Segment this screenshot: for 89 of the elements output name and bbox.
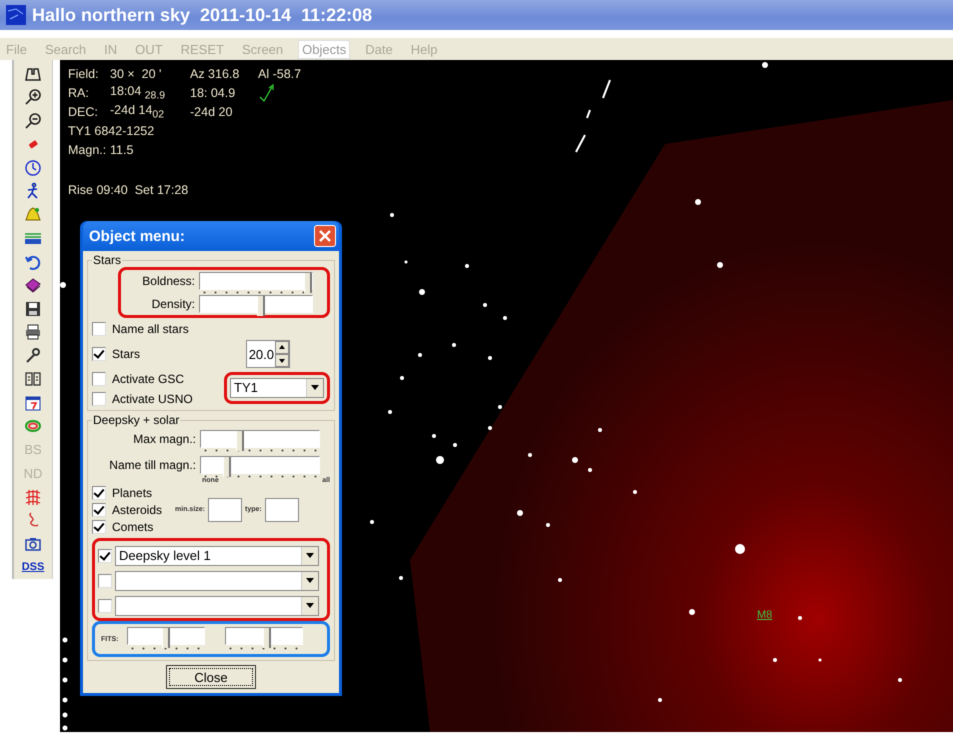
checkbox[interactable] xyxy=(92,372,106,386)
checkbox-label: Comets xyxy=(112,520,154,534)
info-text: 30 × 20 ' xyxy=(110,66,162,80)
checkbox[interactable] xyxy=(98,598,112,612)
menu-item[interactable]: Date xyxy=(362,40,396,58)
close-icon xyxy=(319,230,331,242)
spinner-arrows-icon[interactable] xyxy=(275,341,289,367)
deepsky-dropdown[interactable]: Deepsky level 1 xyxy=(115,546,319,566)
info-text: Field: xyxy=(68,66,100,80)
checkbox-label: Stars xyxy=(112,347,140,361)
deepsky-dropdown[interactable] xyxy=(115,596,319,616)
dropdown-arrow-icon xyxy=(311,385,319,390)
slider-label: Max magn.: xyxy=(132,432,196,446)
checkbox-label: Activate USNO xyxy=(112,392,193,406)
print-icon[interactable] xyxy=(24,323,42,342)
info-text: DEC: xyxy=(68,104,99,118)
slider-label: Boldness: xyxy=(141,274,195,288)
menu-item[interactable]: Search xyxy=(42,40,90,58)
slider-label: Name till magn.: xyxy=(108,458,196,472)
checkbox[interactable] xyxy=(92,520,106,534)
checkbox[interactable] xyxy=(98,548,112,562)
slider-thumb[interactable] xyxy=(257,296,266,316)
slider-thumb[interactable] xyxy=(304,273,312,293)
close-button[interactable] xyxy=(314,225,336,247)
info-text: RA: xyxy=(68,86,90,100)
slider-thumb[interactable] xyxy=(236,431,244,451)
checkbox[interactable] xyxy=(92,486,106,500)
number-spinner[interactable]: 20.0 xyxy=(246,340,290,368)
info-text: -24d 14$_{02}$ xyxy=(110,102,165,120)
checkbox-label: Asteroids xyxy=(112,502,162,516)
checkbox-label: Name all stars xyxy=(112,322,189,336)
menu-item[interactable]: IN xyxy=(101,40,120,58)
zoom-out-icon[interactable] xyxy=(24,112,42,130)
spinner-value: 20.0 xyxy=(248,346,275,362)
slider[interactable] xyxy=(199,295,313,313)
object-label[interactable]: M8 xyxy=(757,609,772,621)
slider-thumb[interactable] xyxy=(262,628,271,648)
checkbox[interactable] xyxy=(92,502,106,516)
checkbox-label: Planets xyxy=(112,486,152,500)
checkbox-label: Activate GSC xyxy=(112,372,184,386)
slider-thumb[interactable] xyxy=(162,628,170,648)
slider-label: Density: xyxy=(150,297,195,311)
checkbox[interactable] xyxy=(92,392,106,406)
info-text: TY1 6842-1252 xyxy=(68,124,154,138)
info-text: 18:04 $_{28.9}$ xyxy=(110,84,166,102)
menu-item[interactable]: Help xyxy=(408,40,440,58)
save-icon[interactable] xyxy=(24,300,42,318)
slider[interactable] xyxy=(224,627,302,645)
slider[interactable] xyxy=(199,272,313,290)
book-icon[interactable] xyxy=(24,276,42,294)
menu-item[interactable]: Screen xyxy=(238,40,286,58)
window-title: Hallo northern sky 2011-10-14 11:22:08 xyxy=(32,4,372,26)
menu-item[interactable]: File xyxy=(3,40,30,58)
calendar-icon[interactable] xyxy=(24,394,42,412)
info-text: Magn.: xyxy=(68,142,108,156)
dropdown-arrow-icon xyxy=(306,603,314,608)
slider[interactable] xyxy=(126,627,204,645)
checkbox[interactable] xyxy=(92,322,106,336)
info-text: Al -58.7 xyxy=(258,66,302,80)
app-icon xyxy=(6,5,26,25)
dropdown-arrow-icon xyxy=(306,578,314,583)
checkbox[interactable] xyxy=(92,347,106,361)
zoom-in-icon[interactable] xyxy=(24,88,42,106)
info-text: -24d 20 xyxy=(190,104,234,118)
grid-icon[interactable] xyxy=(24,488,42,506)
slider-thumb[interactable] xyxy=(223,457,231,477)
toolbar-link[interactable]: DSS xyxy=(22,561,44,574)
slider[interactable] xyxy=(200,456,320,474)
group-title: Deepsky + solar xyxy=(92,413,180,427)
dropdown-arrow-icon xyxy=(306,553,314,558)
menu-item[interactable]: Objects xyxy=(298,40,350,58)
clock-icon[interactable] xyxy=(24,158,42,177)
open-book-icon[interactable] xyxy=(24,370,42,388)
checkbox[interactable] xyxy=(98,574,112,588)
dialog-title: Object menu: xyxy=(89,228,185,244)
wrench-icon[interactable] xyxy=(24,346,42,365)
min-size-field[interactable] xyxy=(208,498,242,522)
info-text: 18: 04.9 xyxy=(190,86,236,100)
deepsky-dropdown[interactable] xyxy=(115,570,319,590)
close-dialog-button[interactable]: Close xyxy=(166,665,256,689)
info-text: Az 316.8 xyxy=(190,66,240,80)
group-title: Stars xyxy=(92,253,122,267)
menu-item[interactable]: OUT xyxy=(132,40,166,58)
type-field[interactable] xyxy=(264,498,299,522)
slider[interactable] xyxy=(200,430,320,448)
rise-set-text: Rise 09:40 Set 17:28 xyxy=(68,183,190,197)
menu-item[interactable]: RESET xyxy=(178,40,227,58)
info-text: 11.5 xyxy=(110,142,134,156)
catalog-dropdown[interactable]: TY1 xyxy=(230,378,324,398)
